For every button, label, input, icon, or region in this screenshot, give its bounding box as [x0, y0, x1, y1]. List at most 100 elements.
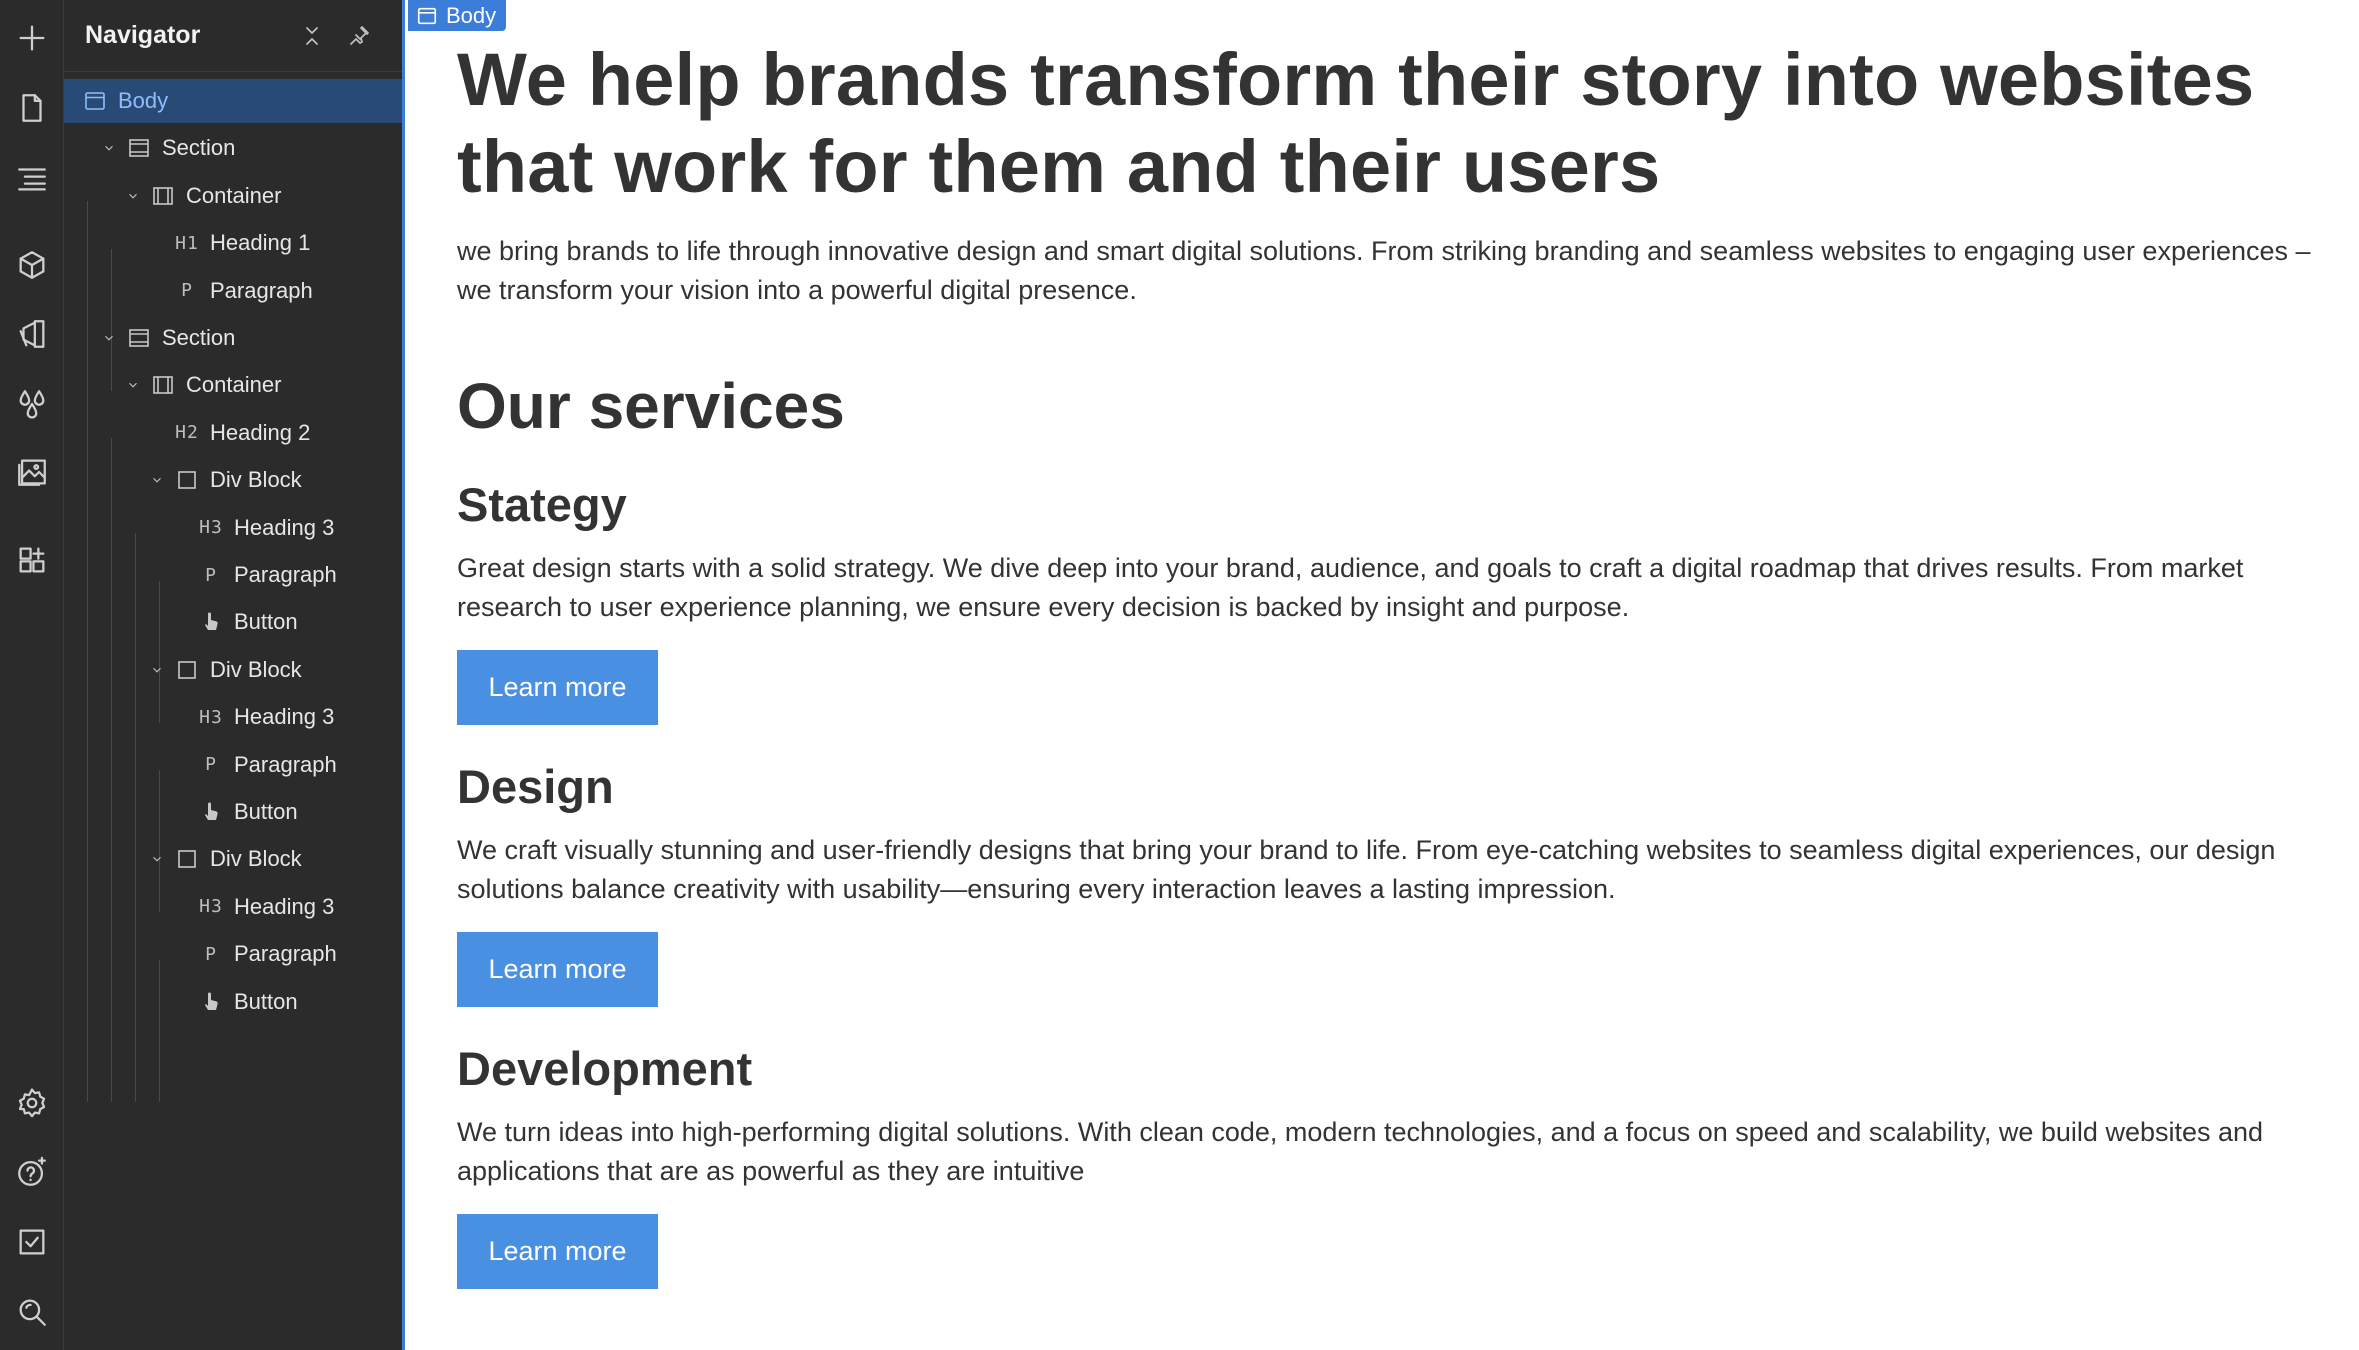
pages-icon[interactable] [12, 88, 52, 128]
navigator-item-container[interactable]: Container [64, 174, 402, 218]
add-icon[interactable] [12, 18, 52, 58]
button-icon [198, 989, 224, 1015]
navigator-item-label: Body [118, 88, 169, 113]
body-icon [417, 7, 437, 24]
navigator-item-label: Section [162, 135, 236, 161]
heading-icon: H3 [198, 704, 224, 730]
tag-text: P [205, 564, 217, 586]
search-icon[interactable] [12, 1292, 52, 1332]
page-content: We help brands transform their story int… [457, 36, 2317, 1289]
navigator-item-label: Heading 2 [210, 419, 311, 445]
service-text[interactable]: We craft visually stunning and user-frie… [457, 831, 2317, 909]
learn-more-button[interactable]: Learn more [457, 932, 658, 1007]
settings-icon[interactable] [12, 1083, 52, 1123]
learn-more-button[interactable]: Learn more [457, 650, 658, 725]
navigator-item-div-block[interactable]: Div Block [64, 837, 402, 881]
services-heading[interactable]: Our services [457, 370, 2317, 442]
navigator-item-button[interactable]: Button [64, 600, 402, 644]
navigator-item-div-block[interactable]: Div Block [64, 648, 402, 692]
navigator-item-body[interactable]: Body [64, 79, 402, 123]
apps-icon[interactable] [12, 540, 52, 580]
navigator-item-heading-3[interactable]: H3 Heading 3 [64, 695, 402, 739]
chevron-down-icon[interactable] [148, 661, 166, 679]
chevron-down-icon[interactable] [148, 850, 166, 868]
pin-icon[interactable] [343, 20, 375, 52]
navigator-icon[interactable] [12, 158, 52, 198]
variables-icon[interactable] [12, 384, 52, 424]
learn-more-button[interactable]: Learn more [457, 1214, 658, 1289]
hero-heading[interactable]: We help brands transform their story int… [457, 36, 2317, 210]
navigator-item-label: Button [234, 799, 298, 824]
div-block-icon [174, 467, 200, 493]
chevron-down-icon[interactable] [124, 187, 142, 205]
navigator-item-label: Paragraph [234, 562, 337, 587]
help-icon[interactable] [12, 1152, 52, 1192]
navigator-item-container[interactable]: Container [64, 363, 402, 407]
tag-text: H3 [199, 896, 223, 918]
navigator-item-label: Paragraph [210, 277, 313, 303]
section-icon [126, 325, 152, 351]
chevron-down-icon[interactable] [148, 471, 166, 489]
navigator-item-label: Paragraph [234, 751, 337, 777]
navigator-item-paragraph[interactable]: P Paragraph [64, 932, 402, 976]
service-block[interactable]: Development We turn ideas into high-perf… [457, 1041, 2317, 1289]
service-block[interactable]: Design We craft visually stunning and us… [457, 759, 2317, 1007]
navigator-item-button[interactable]: Button [64, 980, 402, 1024]
navigator-item-heading-1[interactable]: H1 Heading 1 [64, 221, 402, 265]
navigator-item-heading-3[interactable]: H3 Heading 3 [64, 885, 402, 929]
div-block-icon [174, 846, 200, 872]
tag-text: H3 [199, 706, 223, 728]
collapse-all-icon[interactable] [296, 20, 328, 52]
chevron-down-icon[interactable] [100, 139, 118, 157]
body-icon [82, 88, 108, 114]
service-title[interactable]: Design [457, 759, 2317, 815]
components-icon[interactable] [12, 245, 52, 285]
hero-paragraph[interactable]: we bring brands to life through innovati… [457, 232, 2317, 310]
chevron-down-icon[interactable] [124, 376, 142, 394]
navigator-title: Navigator [85, 21, 201, 49]
navigator-item-heading-3[interactable]: H3 Heading 3 [64, 506, 402, 550]
service-title[interactable]: Development [457, 1041, 2317, 1097]
navigator-header: Navigator [64, 0, 402, 72]
tag-text: P [205, 754, 217, 776]
navigator-item-label: Div Block [210, 846, 302, 872]
div-block-icon [174, 657, 200, 683]
paragraph-icon: P [198, 752, 224, 778]
navigator-item-section[interactable]: Section [64, 316, 402, 360]
tag-text: P [181, 280, 193, 302]
tag-text: H3 [199, 517, 223, 539]
navigator-item-paragraph[interactable]: P Paragraph [64, 743, 402, 787]
button-icon [198, 609, 224, 635]
assets-icon[interactable] [12, 452, 52, 492]
chevron-down-icon[interactable] [100, 329, 118, 347]
navigator-item-button[interactable]: Button [64, 790, 402, 834]
audit-checklist-icon[interactable] [12, 1222, 52, 1262]
service-block[interactable]: Stategy Great design starts with a solid… [457, 477, 2317, 725]
service-title[interactable]: Stategy [457, 477, 2317, 533]
service-text[interactable]: We turn ideas into high-performing digit… [457, 1113, 2317, 1191]
container-icon [150, 372, 176, 398]
service-text[interactable]: Great design starts with a solid strateg… [457, 549, 2317, 627]
navigator-item-label: Heading 3 [234, 704, 335, 730]
navigator-item-div-block[interactable]: Div Block [64, 458, 402, 502]
style-selectors-icon[interactable] [12, 314, 52, 354]
navigator-item-paragraph[interactable]: P Paragraph [64, 553, 402, 597]
navigator-item-heading-2[interactable]: H2 Heading 2 [64, 411, 402, 455]
navigator-item-label: Container [186, 182, 282, 208]
tag-text: P [205, 943, 217, 965]
tag-text: H2 [175, 422, 199, 444]
navigator-item-section[interactable]: Section [64, 126, 402, 170]
navigator-item-paragraph[interactable]: P Paragraph [64, 269, 402, 313]
navigator-item-label: Button [234, 609, 298, 635]
design-canvas[interactable]: Body We help brands transform their stor… [408, 0, 2359, 1350]
navigator-item-label: Section [162, 325, 236, 350]
selected-element-badge[interactable]: Body [408, 0, 507, 31]
